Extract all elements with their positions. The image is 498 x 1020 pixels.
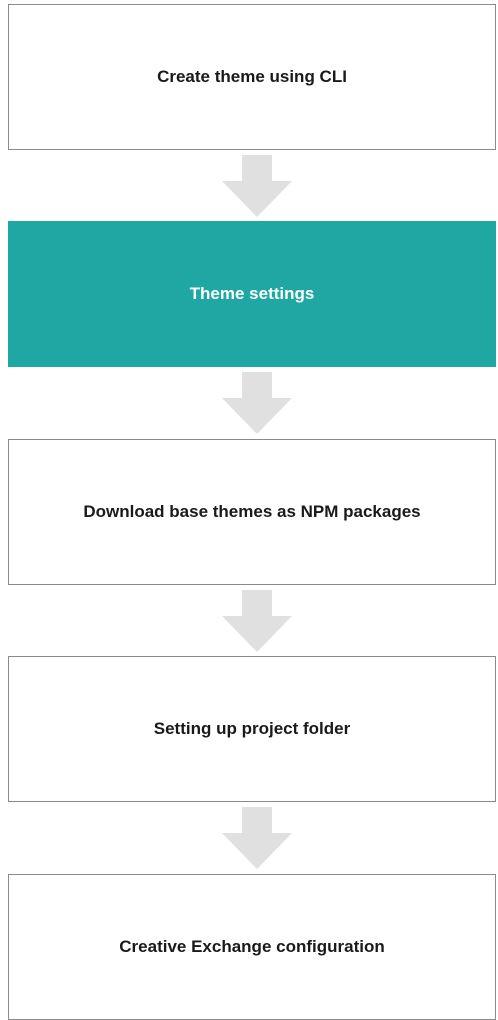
arrow-down-icon <box>222 807 292 869</box>
step-creative-exchange-config: Creative Exchange configuration <box>8 874 496 1020</box>
step-create-theme-cli: Create theme using CLI <box>8 4 496 150</box>
step-label: Creative Exchange configuration <box>119 937 385 956</box>
step-theme-settings: Theme settings <box>8 221 496 367</box>
arrow-down-icon <box>222 372 292 434</box>
step-download-base-themes: Download base themes as NPM packages <box>8 439 496 585</box>
arrow-down-icon <box>222 155 292 217</box>
step-label: Theme settings <box>189 284 315 303</box>
step-label: Create theme using CLI <box>157 67 347 86</box>
step-label: Setting up project folder <box>153 719 351 738</box>
arrow-down-icon <box>222 590 292 652</box>
step-label: Download base themes as NPM packages <box>83 502 421 521</box>
step-setting-up-project-folder: Setting up project folder <box>8 656 496 802</box>
